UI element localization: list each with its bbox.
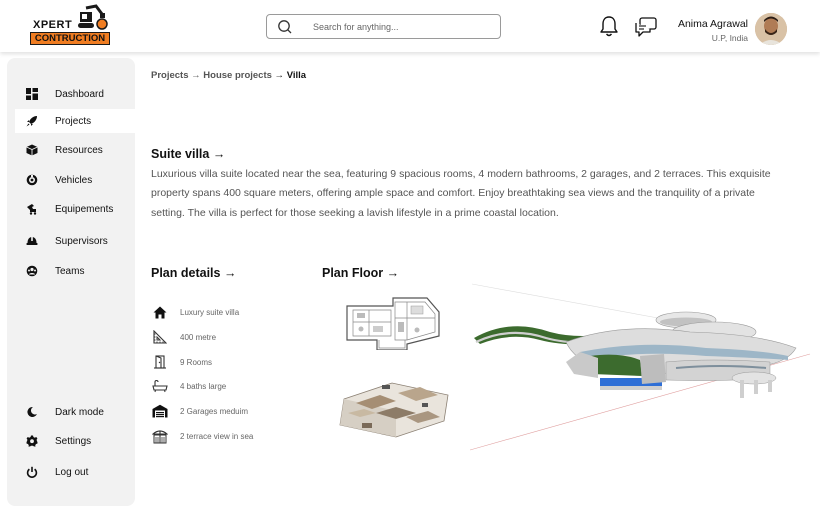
plan-detail-text: 4 baths large bbox=[180, 381, 227, 391]
settings-button[interactable]: Settings bbox=[15, 429, 135, 453]
equipment-icon bbox=[25, 202, 39, 216]
plan-detail-item: 9 Rooms bbox=[152, 354, 212, 370]
plan-detail-text: 2 terrace view in sea bbox=[180, 431, 254, 441]
sidebar-item-label: Vehicles bbox=[55, 174, 93, 186]
home-icon bbox=[152, 304, 168, 320]
brand-logo[interactable]: XPERT CONTRUCTION bbox=[30, 4, 114, 46]
logout-button[interactable]: Log out bbox=[15, 460, 135, 484]
breadcrumb: Projects → House projects → Villa bbox=[151, 70, 306, 81]
sidebar-item-label: Equipements bbox=[55, 203, 114, 215]
breadcrumb-projects[interactable]: Projects bbox=[151, 70, 189, 81]
plan-details-title[interactable]: Plan details → bbox=[151, 266, 236, 280]
sidebar-item-supervisors[interactable]: Supervisors bbox=[15, 229, 135, 253]
breadcrumb-separator: → bbox=[271, 70, 287, 81]
sidebar-item-label: Teams bbox=[55, 265, 85, 277]
plan-detail-text: Luxury suite villa bbox=[180, 307, 240, 317]
breadcrumb-house-projects[interactable]: House projects bbox=[203, 70, 272, 81]
floor-plan-3d-image[interactable] bbox=[336, 373, 452, 439]
plan-detail-item: 4 baths large bbox=[152, 378, 226, 394]
top-bar: XPERT CONTRUCTION Anima Agrawal U.P, Ind… bbox=[0, 0, 820, 52]
sidebar-item-label: Resources bbox=[55, 144, 103, 156]
dark-mode-label: Dark mode bbox=[55, 406, 104, 418]
logo-text-top: XPERT bbox=[33, 19, 73, 31]
breadcrumb-current: Villa bbox=[286, 70, 307, 81]
team-icon bbox=[25, 264, 39, 278]
search-input[interactable] bbox=[313, 18, 493, 35]
settings-label: Settings bbox=[55, 435, 92, 447]
user-name[interactable]: Anima Agrawal bbox=[640, 18, 748, 30]
plan-detail-item: 400 metre bbox=[152, 329, 216, 345]
plan-detail-text: 2 Garages meduim bbox=[180, 406, 249, 416]
grid-icon bbox=[25, 87, 39, 101]
box-icon bbox=[25, 143, 39, 157]
dark-mode-toggle[interactable]: Dark mode bbox=[15, 400, 135, 424]
user-location: U.P, India bbox=[711, 33, 748, 43]
search-box[interactable] bbox=[266, 14, 501, 39]
excavator-icon bbox=[78, 4, 108, 30]
villa-3d-render-image[interactable] bbox=[470, 282, 812, 452]
bathtub-icon bbox=[152, 378, 168, 394]
avatar[interactable] bbox=[755, 13, 787, 45]
area-icon bbox=[152, 329, 168, 345]
rocket-icon bbox=[25, 114, 39, 128]
sidebar-item-label: Dashboard bbox=[55, 88, 104, 100]
sidebar-item-teams[interactable]: Teams bbox=[15, 259, 135, 283]
door-icon bbox=[152, 354, 168, 370]
sidebar-item-equipements[interactable]: Equipements bbox=[15, 197, 135, 221]
logout-label: Log out bbox=[55, 466, 89, 478]
plan-detail-item: 2 Garages meduim bbox=[152, 403, 248, 419]
plan-detail-item: Luxury suite villa bbox=[152, 304, 239, 320]
sidebar-item-label: Supervisors bbox=[55, 235, 108, 247]
sidebar-item-label: Projects bbox=[55, 115, 92, 127]
garage-icon bbox=[152, 403, 168, 419]
gear-icon bbox=[25, 434, 39, 448]
bell-icon[interactable] bbox=[599, 15, 619, 37]
floor-plan-2d-image[interactable] bbox=[343, 296, 441, 350]
terrace-icon bbox=[152, 428, 168, 444]
helmet-icon bbox=[25, 234, 39, 248]
project-description: Luxurious villa suite located near the s… bbox=[151, 168, 771, 219]
search-icon bbox=[278, 20, 292, 34]
sidebar-item-vehicles[interactable]: Vehicles bbox=[15, 168, 135, 192]
sidebar-item-resources[interactable]: Resources bbox=[15, 138, 135, 162]
vehicle-icon bbox=[25, 173, 39, 187]
project-title[interactable]: Suite villa → bbox=[151, 147, 225, 161]
sidebar-item-dashboard[interactable]: Dashboard bbox=[15, 82, 135, 106]
plan-detail-text: 9 Rooms bbox=[180, 357, 213, 367]
breadcrumb-separator: → bbox=[188, 70, 204, 81]
plan-detail-item: 2 terrace view in sea bbox=[152, 428, 253, 444]
avatar-image bbox=[755, 13, 787, 45]
moon-icon bbox=[25, 405, 39, 419]
power-icon bbox=[25, 465, 39, 479]
sidebar: Dashboard Projects Resources Vehicles Eq… bbox=[7, 58, 135, 506]
sidebar-item-projects[interactable]: Projects bbox=[15, 109, 135, 133]
plan-detail-text: 400 metre bbox=[180, 332, 217, 342]
plan-floor-title[interactable]: Plan Floor → bbox=[322, 266, 399, 280]
logo-text-bottom: CONTRUCTION bbox=[30, 32, 110, 45]
